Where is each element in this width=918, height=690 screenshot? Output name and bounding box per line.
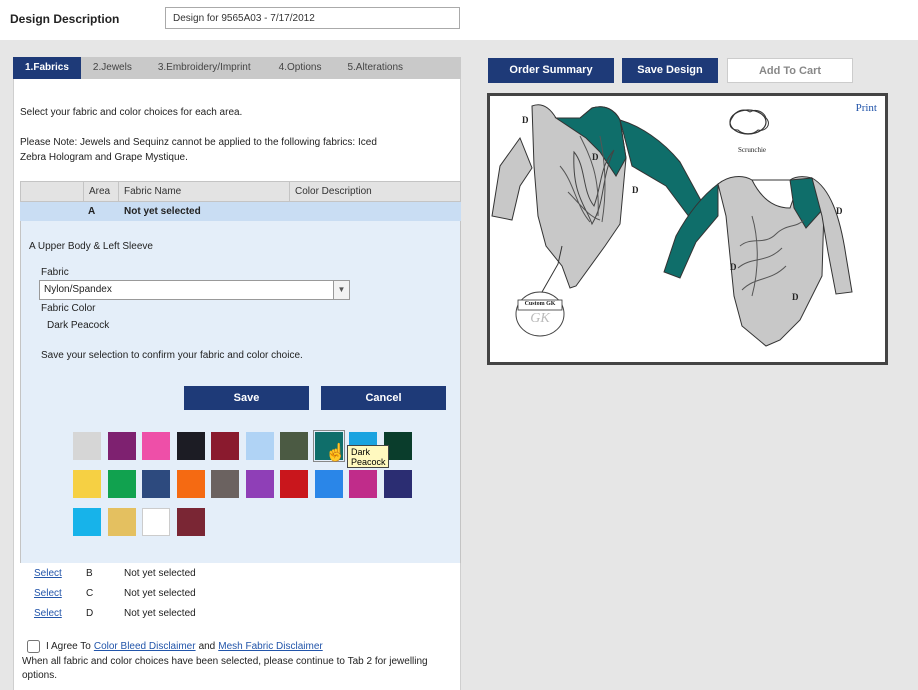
color-swatch[interactable] (73, 470, 101, 498)
color-swatch[interactable] (73, 508, 101, 536)
logo-mark: GK (530, 311, 550, 326)
tab-embroidery[interactable]: 3.Embroidery/Imprint (146, 57, 267, 79)
note-line-1: Please Note: Jewels and Sequinz cannot b… (20, 137, 377, 148)
color-swatch[interactable] (107, 470, 136, 498)
header-fabric-name: Fabric Name (118, 182, 181, 201)
fabric-color-label: Fabric Color (41, 303, 96, 314)
color-swatch[interactable] (176, 508, 205, 536)
color-swatch[interactable] (142, 432, 170, 460)
fabric-label: Fabric (41, 267, 69, 278)
color-swatch[interactable] (280, 432, 308, 460)
logo-text: Custom GK (524, 301, 556, 307)
color-swatch[interactable] (383, 470, 412, 498)
area-d-marker: D (592, 152, 599, 162)
instructions-text: Select your fabric and color choices for… (20, 107, 243, 118)
swatch-tooltip: Dark Peacock (347, 445, 389, 468)
color-swatch[interactable] (176, 432, 205, 460)
color-swatch[interactable] (280, 470, 308, 498)
area-d-marker: D (836, 206, 843, 216)
color-swatch[interactable] (314, 470, 343, 498)
color-swatch[interactable] (176, 470, 205, 498)
cancel-button[interactable]: Cancel (321, 386, 446, 410)
color-swatch[interactable] (211, 432, 239, 460)
tab-alterations[interactable]: 5.Alterations (335, 57, 411, 79)
agree-checkbox[interactable] (27, 640, 40, 653)
area-c-status: Not yet selected (124, 588, 196, 599)
color-bleed-disclaimer-link[interactable]: Color Bleed Disclaimer (94, 641, 196, 652)
add-to-cart-button[interactable]: Add To Cart (727, 58, 853, 83)
other-areas-list: Select B Not yet selected Select C Not y… (20, 565, 461, 625)
row-a-area: A (88, 206, 96, 217)
order-summary-button[interactable]: Order Summary (488, 58, 614, 83)
fabric-table: Area Fabric Name Color Description A Not… (20, 181, 461, 563)
area-d: D (86, 608, 94, 619)
area-d-marker: D (730, 262, 737, 272)
area-d-marker: D (522, 115, 529, 125)
tab-fabrics[interactable]: 1.Fabrics (13, 57, 81, 79)
color-swatch[interactable] (107, 432, 136, 460)
color-swatch[interactable] (142, 470, 170, 498)
color-swatch[interactable] (245, 470, 274, 498)
scrunchie-icon (729, 109, 769, 135)
area-d-status: Not yet selected (124, 608, 196, 619)
tab-jewels[interactable]: 2.Jewels (81, 57, 146, 79)
area-a-title: A Upper Body & Left Sleeve (29, 241, 153, 252)
area-d-marker: D (632, 185, 639, 195)
color-swatch[interactable] (211, 470, 239, 498)
design-description-label: Design Description (10, 12, 120, 26)
tab-bar: 1.Fabrics 2.Jewels 3.Embroidery/Imprint … (13, 57, 461, 79)
table-row-a[interactable]: A Not yet selected (20, 202, 461, 221)
row-a-fabric: Not yet selected (124, 206, 201, 217)
table-row: Select B Not yet selected (20, 565, 461, 585)
color-swatch[interactable] (245, 432, 274, 460)
fabric-select[interactable]: Nylon/Spandex ▼ (39, 280, 350, 300)
save-design-button[interactable]: Save Design (622, 58, 718, 83)
save-button[interactable]: Save (184, 386, 309, 410)
agree-row: I Agree To Color Bleed Disclaimer and Me… (27, 640, 326, 653)
mesh-fabric-disclaimer-link[interactable]: Mesh Fabric Disclaimer (218, 641, 322, 652)
color-swatch[interactable] (73, 432, 101, 460)
header-color-description: Color Description (289, 182, 372, 201)
select-area-d-link[interactable]: Select (34, 608, 62, 619)
fabric-color-value: Dark Peacock (47, 320, 110, 331)
agree-prefix: I Agree To (46, 641, 91, 652)
tab-options[interactable]: 4.Options (267, 57, 336, 79)
color-swatch[interactable] (142, 508, 170, 536)
fabric-select-value: Nylon/Spandex (44, 284, 112, 295)
header-area: Area (83, 182, 110, 201)
scrunchie-label: Scrunchie (738, 146, 766, 154)
design-description-input[interactable] (165, 7, 460, 29)
select-area-c-link[interactable]: Select (34, 588, 62, 599)
area-c: C (86, 588, 94, 599)
area-b: B (86, 568, 93, 579)
chevron-down-icon: ▼ (333, 281, 349, 299)
table-header: Area Fabric Name Color Description (20, 181, 461, 202)
hand-pointer-icon: ☝ (325, 443, 347, 462)
continue-note: When all fabric and color choices have b… (22, 656, 428, 681)
top-bar: Design Description (0, 0, 918, 40)
save-note: Save your selection to confirm your fabr… (41, 350, 303, 361)
table-row: Select C Not yet selected (20, 585, 461, 605)
agree-and: and (198, 641, 216, 652)
area-b-status: Not yet selected (124, 568, 196, 579)
color-swatch[interactable] (107, 508, 136, 536)
design-preview: Print D D D D D D Scrunchie Custom GK GK (487, 93, 888, 365)
note-line-2: Zebra Hologram and Grape Mystique. (20, 152, 188, 163)
select-area-b-link[interactable]: Select (34, 568, 62, 579)
color-swatch[interactable] (349, 470, 377, 498)
area-d-marker: D (792, 292, 799, 302)
table-row: Select D Not yet selected (20, 605, 461, 625)
